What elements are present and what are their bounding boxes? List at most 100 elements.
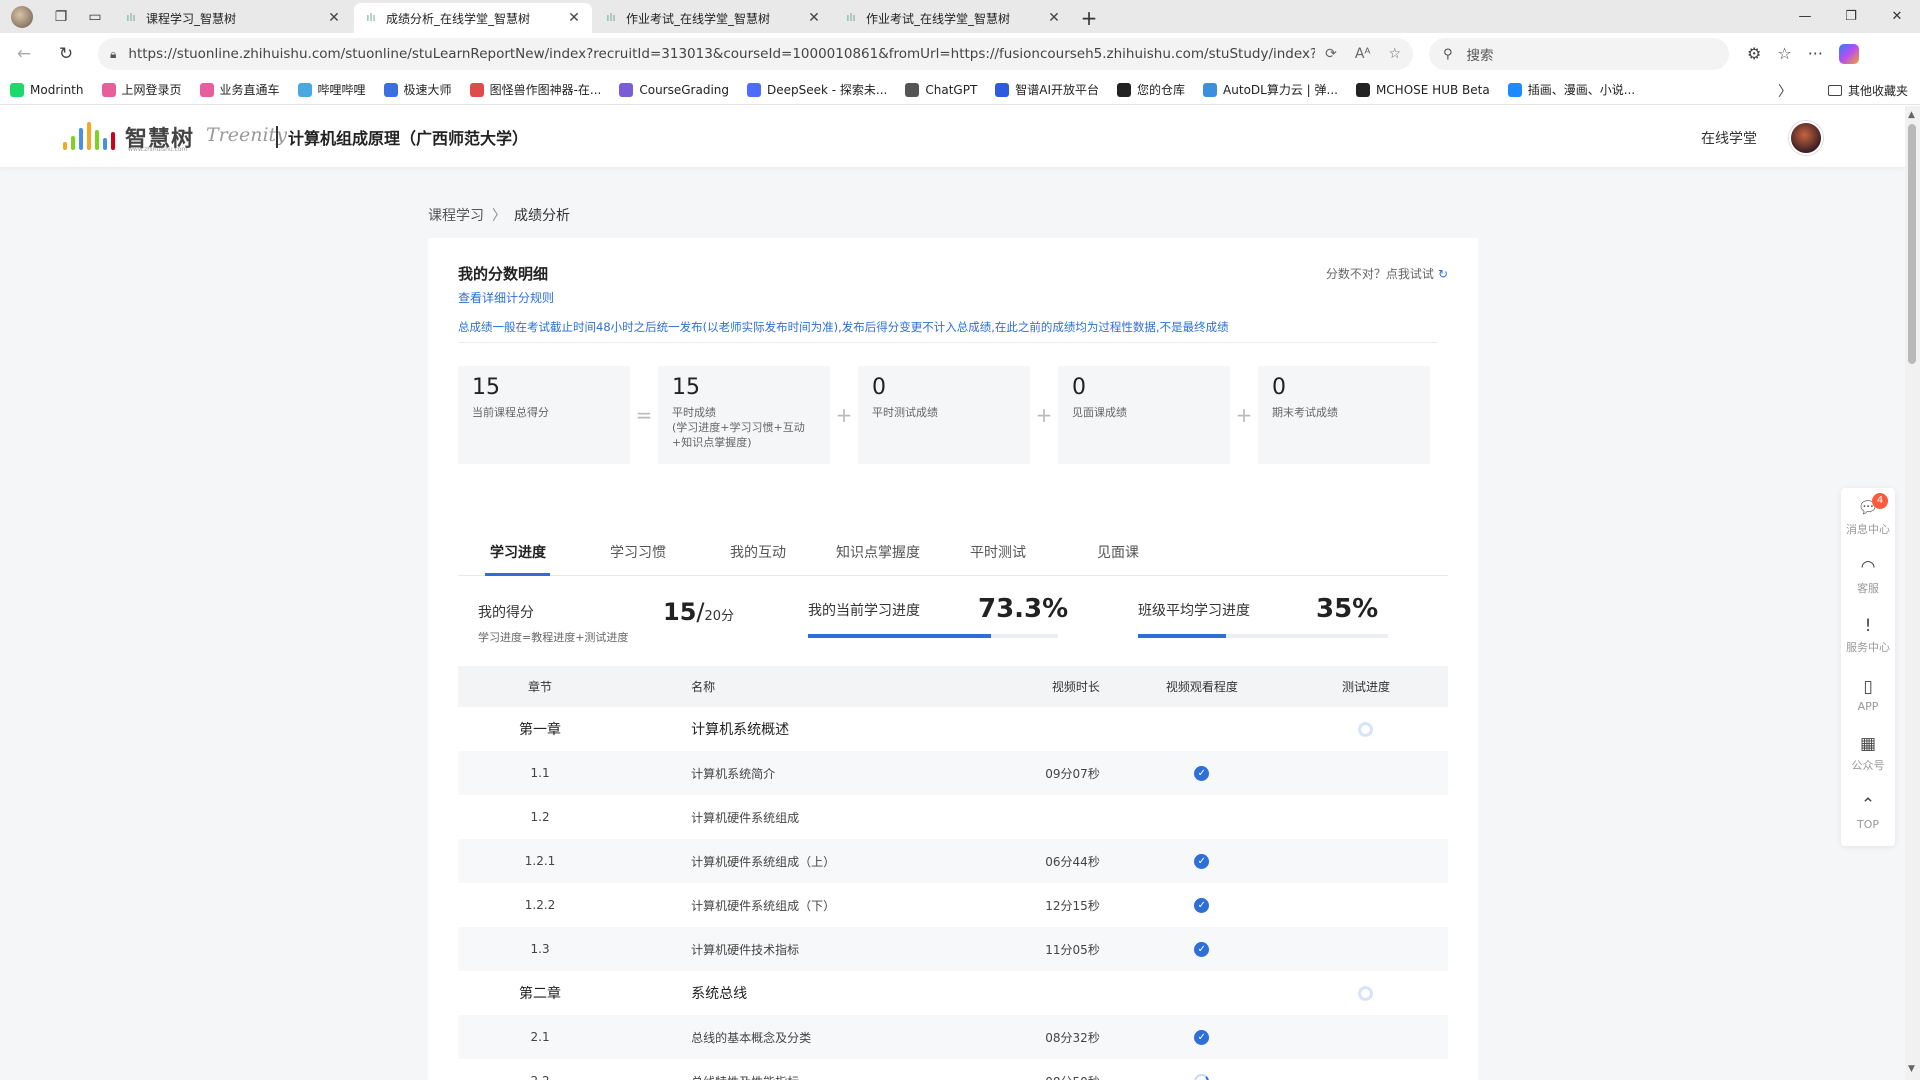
bookmark-item[interactable]: 上网登录页 <box>101 81 182 98</box>
floating-service-button[interactable]: ! 服务中心 <box>1841 606 1895 665</box>
more-menu-icon[interactable]: ··· <box>1808 44 1823 64</box>
bookmarks-overflow-icon[interactable]: 〉 <box>1778 81 1792 101</box>
plus-icon: + <box>1235 403 1253 427</box>
tab-usual-tests[interactable]: 平时测试 <box>938 536 1058 575</box>
other-bookmarks[interactable]: 其他收藏夹 <box>1827 82 1908 99</box>
table-row[interactable]: 2.2总线特性及性能指标08分50秒 <box>458 1059 1448 1080</box>
user-avatar[interactable] <box>1789 121 1823 155</box>
table-body: 第一章 计算机系统概述 1.1 计算机系统简介 09分07秒 ✓ 1.2 计算机硬件系统组成 1… <box>458 707 1448 1080</box>
profile-button[interactable] <box>0 0 44 33</box>
cell-watch-status: ✓ <box>1120 765 1284 781</box>
my-score-number: 15 <box>663 598 697 626</box>
floating-message-button[interactable]: 💬︎ 消息中心 4 <box>1841 488 1895 547</box>
cell-name: 总线的基本概念及分类 <box>691 1030 812 1045</box>
refresh-icon: ↻ <box>1437 266 1448 281</box>
score-label: 期末考试成绩 <box>1272 406 1338 419</box>
bookmark-item[interactable]: DeepSeek - 探索未... <box>747 81 887 98</box>
bookmark-item[interactable]: 图怪兽作图神器-在... <box>469 81 602 98</box>
tab-learning-progress[interactable]: 学习进度 <box>458 536 578 576</box>
table-row[interactable]: 1.2 计算机硬件系统组成 <box>458 795 1448 839</box>
restore-icon[interactable]: ❐ <box>1828 0 1874 33</box>
close-icon[interactable]: ✕ <box>326 10 342 26</box>
floating-sidebar: 💬︎ 消息中心 4 ◠ 客服! 服务中心 ▯ APP ▦ 公众号 ⌃ TOP <box>1841 488 1895 846</box>
zhihuishu-logo-icon[interactable] <box>63 122 115 150</box>
bookmark-label: 图怪兽作图神器-在... <box>489 83 602 97</box>
score-box-final: 0 期末考试成绩 <box>1258 366 1430 464</box>
favorites-icon[interactable]: ☆ <box>1777 44 1791 64</box>
browser-tab-active[interactable]: ılı 成绩分析_在线学堂_智慧树 ✕ <box>354 3 592 33</box>
scroll-down-icon[interactable]: ▼ <box>1908 1064 1915 1074</box>
equals-icon: = <box>635 403 653 427</box>
bookmark-item[interactable]: 业务直通车 <box>199 81 280 98</box>
chapter-row[interactable]: 第一章 计算机系统概述 <box>458 707 1448 751</box>
cell-duration: 12分15秒 <box>1045 898 1100 913</box>
bookmark-item[interactable]: 哔哩哔哩 <box>297 81 366 98</box>
bookmark-item[interactable]: 智谱AI开放平台 <box>995 81 1099 98</box>
tab-actions-icon[interactable]: ▭ <box>78 0 112 33</box>
score-rule-link[interactable]: 查看详细计分规则 <box>458 289 554 306</box>
partial-progress-icon <box>1194 1073 1210 1080</box>
scrollbar-thumb[interactable] <box>1908 124 1916 364</box>
header-name: 名称 <box>691 680 716 694</box>
lock-icon[interactable]: 🔒︎ <box>110 47 116 62</box>
close-window-icon[interactable]: ✕ <box>1874 0 1920 33</box>
page-scrollbar[interactable]: ▲ ▼ <box>1905 106 1920 1080</box>
score-value: 0 <box>1072 375 1086 400</box>
table-row[interactable]: 1.1 计算机系统简介 09分07秒 ✓ <box>458 751 1448 795</box>
tab-meeting-class[interactable]: 见面课 <box>1058 536 1178 575</box>
plus-icon: + <box>835 403 853 427</box>
read-aloud-icon[interactable]: Aᴬ <box>1355 46 1371 62</box>
floating-headset-button[interactable]: ◠ 客服 <box>1841 547 1895 606</box>
logo-treenity: Treenity <box>206 124 287 146</box>
extensions-icon[interactable]: ⚙ <box>1747 44 1761 64</box>
floating-phone-button[interactable]: ▯ APP <box>1841 665 1895 724</box>
table-row[interactable]: 1.2.2 计算机硬件系统组成（下） 12分15秒 ✓ <box>458 883 1448 927</box>
tab-knowledge-mastery[interactable]: 知识点掌握度 <box>818 536 938 575</box>
chapter-row[interactable]: 第二章 系统总线 <box>458 971 1448 1015</box>
search-input[interactable]: ⚲ 搜索 <box>1429 38 1729 70</box>
favorite-star-icon[interactable]: ☆ <box>1388 46 1401 62</box>
online-classroom-link[interactable]: 在线学堂 <box>1701 128 1757 148</box>
close-icon[interactable]: ✕ <box>566 10 582 26</box>
bookmark-item[interactable]: ChatGPT <box>905 82 977 97</box>
wrong-score-button[interactable]: 分数不对？点我试试 ↻ <box>1326 265 1448 282</box>
translate-icon[interactable]: ⟳ <box>1325 46 1337 62</box>
close-icon[interactable]: ✕ <box>806 10 822 26</box>
bookmark-item[interactable]: 极速大师 <box>383 81 452 98</box>
bookmark-item[interactable]: 插画、漫画、小说... <box>1507 81 1635 98</box>
tab-title: 课程学习_智慧树 <box>146 11 237 26</box>
bookmark-favicon-icon <box>1203 82 1218 97</box>
breadcrumb-parent[interactable]: 课程学习 <box>428 205 484 225</box>
workspaces-icon[interactable]: ❐ <box>44 0 78 33</box>
table-row[interactable]: 2.1 总线的基本概念及分类 08分32秒 ✓ <box>458 1015 1448 1059</box>
bookmark-item[interactable]: AutoDL算力云 | 弹... <box>1203 81 1338 98</box>
bookmark-label: 智谱AI开放平台 <box>1015 83 1100 97</box>
floating-arrow-up-button[interactable]: ⌃ TOP <box>1841 783 1895 842</box>
new-tab-button[interactable]: + <box>1072 3 1106 33</box>
copilot-icon[interactable] <box>1838 44 1859 64</box>
back-arrow-icon[interactable]: ← <box>6 38 42 70</box>
tab-my-interaction[interactable]: 我的互动 <box>698 536 818 575</box>
bookmark-item[interactable]: Modrinth <box>10 82 84 97</box>
average-progress-label: 班级平均学习进度 <box>1138 603 1250 619</box>
browser-tab[interactable]: ılı 作业考试_在线学堂_智慧树 ✕ <box>834 3 1072 33</box>
minimize-icon[interactable]: — <box>1782 0 1828 33</box>
reload-icon[interactable]: ↻ <box>48 38 84 70</box>
check-circle-icon: ✓ <box>1194 897 1210 913</box>
bookmark-favicon-icon <box>747 82 761 97</box>
floating-item-label: 服务中心 <box>1846 641 1890 654</box>
close-icon[interactable]: ✕ <box>1046 10 1062 26</box>
bookmark-label: 上网登录页 <box>121 83 182 97</box>
bookmark-item[interactable]: CourseGrading <box>619 82 729 97</box>
scroll-up-icon[interactable]: ▲ <box>1908 110 1915 120</box>
tab-learning-habits[interactable]: 学习习惯 <box>578 536 698 575</box>
bookmark-item[interactable]: MCHOSE HUB Beta <box>1355 82 1490 97</box>
table-row[interactable]: 1.2.1 计算机硬件系统组成（上） 06分44秒 ✓ <box>458 839 1448 883</box>
bookmark-item[interactable]: 您的仓库 <box>1117 81 1185 98</box>
browser-tab[interactable]: ılı 课程学习_智慧树 ✕ <box>114 3 352 33</box>
url-text: https://stuonline.zhihuishu.com/stuonlin… <box>128 46 1316 62</box>
browser-tab[interactable]: ılı 作业考试_在线学堂_智慧树 ✕ <box>594 3 832 33</box>
table-row[interactable]: 1.3 计算机硬件技术指标 11分05秒 ✓ <box>458 927 1448 971</box>
url-field[interactable]: 🔒︎ https://stuonline.zhihuishu.com/stuon… <box>98 38 1413 70</box>
floating-qrcode-button[interactable]: ▦ 公众号 <box>1841 724 1895 783</box>
